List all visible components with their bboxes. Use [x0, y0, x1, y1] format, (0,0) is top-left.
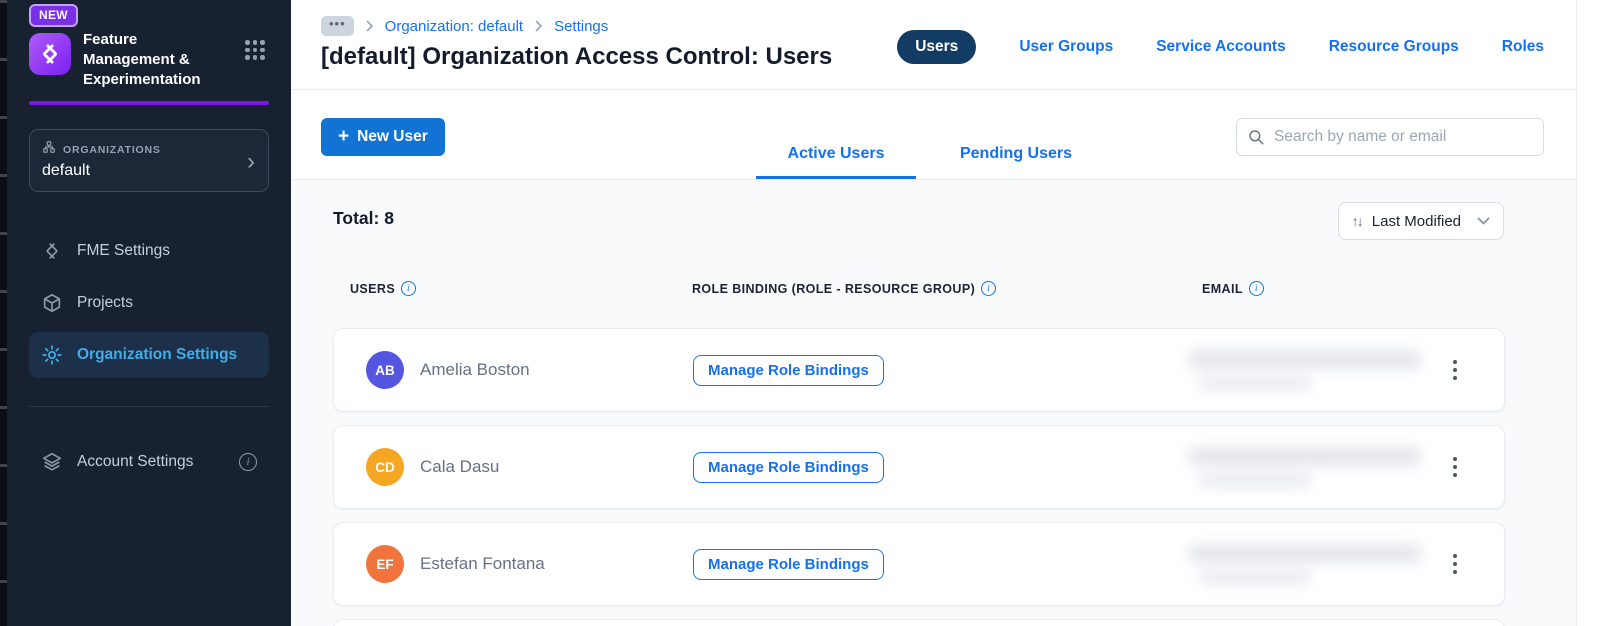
split-logo-icon: [29, 33, 71, 75]
search-icon: [1249, 130, 1264, 145]
sort-arrows-icon: ↑↓: [1351, 213, 1364, 229]
manage-role-bindings-button[interactable]: Manage Role Bindings: [693, 354, 884, 386]
sidebar-item-projects[interactable]: Projects: [29, 280, 269, 326]
sidebar-item-fme-settings[interactable]: FME Settings: [29, 228, 269, 274]
info-icon[interactable]: i: [401, 281, 417, 296]
right-gutter: [1577, 0, 1600, 626]
brand-accent-line: [29, 101, 269, 105]
toolbar: + New User Active Users Pending Users: [291, 90, 1576, 180]
email-redacted: [1189, 544, 1439, 584]
users-list: AB Amelia Boston Manage Role Bindings CD…: [333, 328, 1505, 626]
user-state-tabs: Active Users Pending Users: [756, 145, 1096, 179]
chevron-right-icon: [535, 20, 543, 32]
organization-selector[interactable]: ORGANIZATIONS default ›: [29, 129, 269, 192]
email-redacted: [1189, 350, 1439, 390]
column-header-role-binding: ROLE BINDING (ROLE - RESOURCE GROUP) i: [692, 281, 997, 296]
nav-tab-users[interactable]: Users: [897, 30, 977, 64]
cube-icon: [41, 292, 63, 314]
sidebar-item-account-settings[interactable]: Account Settings i: [29, 439, 269, 485]
breadcrumb: ••• Organization: default Settings: [321, 16, 608, 36]
page-header: ••• Organization: default Settings [defa…: [291, 0, 1576, 90]
app-title: Feature Management & Experimentation: [83, 31, 201, 88]
background-window-edge: [0, 0, 7, 626]
breadcrumb-link-organization[interactable]: Organization: default: [385, 18, 523, 35]
sidebar-item-label: Organization Settings: [77, 346, 238, 363]
info-icon[interactable]: i: [1248, 281, 1264, 296]
access-control-nav: Users User Groups Service Accounts Resou…: [897, 30, 1544, 64]
organization-current: default: [42, 162, 91, 179]
nav-tab-user-groups[interactable]: User Groups: [1019, 38, 1113, 56]
table-header-row: USERS i ROLE BINDING (ROLE - RESOURCE GR…: [291, 281, 1576, 299]
user-name: Amelia Boston: [420, 360, 530, 379]
chevron-down-icon: [1477, 217, 1490, 225]
gear-icon: [41, 344, 63, 366]
email-redacted: [1189, 447, 1439, 487]
page-title: [default] Organization Access Control: U…: [321, 43, 833, 70]
app-brand: Feature Management & Experimentation: [29, 30, 269, 90]
sidebar: NEW Feature Management & Experimentation…: [7, 0, 291, 626]
breadcrumb-ellipsis-button[interactable]: •••: [321, 16, 354, 36]
sidebar-item-label: Account Settings: [77, 453, 194, 470]
sidebar-item-label: FME Settings: [77, 242, 171, 259]
table-row-partial: [333, 619, 1505, 626]
manage-role-bindings-button[interactable]: Manage Role Bindings: [693, 451, 884, 483]
tab-pending-users[interactable]: Pending Users: [936, 145, 1096, 179]
split-outline-icon: [41, 240, 63, 262]
info-icon[interactable]: i: [239, 453, 257, 471]
breadcrumb-link-settings[interactable]: Settings: [554, 18, 608, 35]
table-row: EF Estefan Fontana Manage Role Bindings: [333, 522, 1505, 606]
new-user-button[interactable]: + New User: [321, 118, 445, 156]
chevron-right-icon: ›: [247, 148, 255, 175]
plus-icon: +: [338, 125, 350, 147]
search-input[interactable]: [1274, 128, 1533, 146]
total-count: Total: 8: [333, 208, 394, 228]
sort-dropdown[interactable]: ↑↓ Last Modified: [1337, 202, 1504, 240]
nav-tab-roles[interactable]: Roles: [1502, 38, 1544, 56]
organization-icon: [42, 140, 56, 159]
table-row: AB Amelia Boston Manage Role Bindings: [333, 328, 1505, 412]
nav-tab-resource-groups[interactable]: Resource Groups: [1329, 38, 1459, 56]
avatar: EF: [366, 545, 404, 583]
new-badge: NEW: [29, 4, 78, 27]
sidebar-item-organization-settings[interactable]: Organization Settings: [29, 332, 269, 378]
avatar: AB: [366, 351, 404, 389]
main-content: ••• Organization: default Settings [defa…: [291, 0, 1577, 626]
kebab-menu-icon[interactable]: [1444, 551, 1466, 577]
column-header-email: EMAIL i: [1202, 281, 1264, 296]
sidebar-item-label: Projects: [77, 294, 133, 311]
sidebar-menu: FME Settings Projects Organization Setti…: [29, 228, 269, 485]
organizations-label: ORGANIZATIONS: [63, 143, 161, 156]
sidebar-divider: [29, 406, 269, 407]
app-switcher-grid-icon[interactable]: [245, 40, 267, 60]
chevron-right-icon: [366, 20, 373, 32]
user-name: Estefan Fontana: [420, 554, 545, 573]
user-name: Cala Dasu: [420, 457, 500, 476]
info-icon[interactable]: i: [981, 281, 997, 296]
kebab-menu-icon[interactable]: [1444, 357, 1466, 383]
nav-tab-service-accounts[interactable]: Service Accounts: [1156, 38, 1286, 56]
kebab-menu-icon[interactable]: [1444, 454, 1466, 480]
avatar: CD: [366, 448, 404, 486]
column-header-users: USERS i: [350, 281, 417, 296]
users-list-section: Total: 8 ↑↓ Last Modified USERS i ROLE B…: [291, 180, 1576, 626]
search-box: [1236, 118, 1544, 156]
manage-role-bindings-button[interactable]: Manage Role Bindings: [693, 548, 884, 580]
tab-active-users[interactable]: Active Users: [756, 145, 916, 179]
layers-icon: [41, 451, 63, 473]
table-row: CD Cala Dasu Manage Role Bindings: [333, 425, 1505, 509]
sort-dropdown-value: Last Modified: [1371, 212, 1461, 230]
